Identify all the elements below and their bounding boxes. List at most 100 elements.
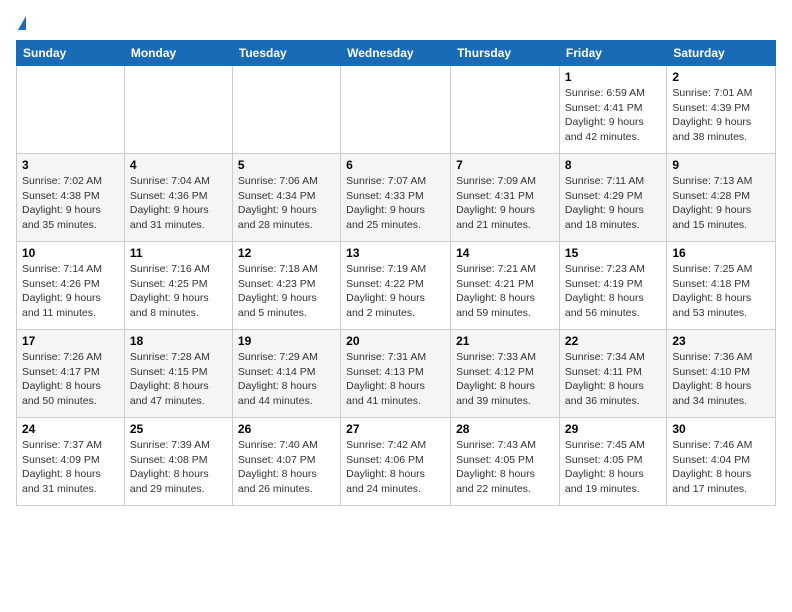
calendar-cell bbox=[341, 66, 451, 154]
day-number: 28 bbox=[456, 422, 554, 436]
day-number: 12 bbox=[238, 246, 335, 260]
calendar-cell: 12 Sunrise: 7:18 AM Sunset: 4:23 PM Dayli… bbox=[232, 242, 340, 330]
day-number: 25 bbox=[130, 422, 227, 436]
calendar-cell: 8Sunrise: 7:11 AM Sunset: 4:29 PM Daylig… bbox=[559, 154, 666, 242]
calendar-cell: 23 Sunrise: 7:36 AM Sunset: 4:10 PM Dayli… bbox=[667, 330, 776, 418]
calendar-cell: 6 Sunrise: 7:07 AM Sunset: 4:33 PM Daylig… bbox=[341, 154, 451, 242]
calendar-week-row: 17Sunrise: 7:26 AM Sunset: 4:17 PM Dayli… bbox=[17, 330, 776, 418]
day-info: Sunrise: 7:23 AM Sunset: 4:19 PM Dayligh… bbox=[565, 262, 661, 321]
day-number: 7 bbox=[456, 158, 554, 172]
day-number: 27 bbox=[346, 422, 445, 436]
day-info: Sunrise: 7:31 AM Sunset: 4:13 PM Dayligh… bbox=[346, 350, 445, 409]
calendar-day-header: Wednesday bbox=[341, 41, 451, 66]
day-info: Sunrise: 7:40 AM Sunset: 4:07 PM Dayligh… bbox=[238, 438, 335, 497]
calendar-header-row: SundayMondayTuesdayWednesdayThursdayFrid… bbox=[17, 41, 776, 66]
calendar-cell: 18 Sunrise: 7:28 AM Sunset: 4:15 PM Dayli… bbox=[124, 330, 232, 418]
day-info: Sunrise: 7:46 AM Sunset: 4:04 PM Dayligh… bbox=[672, 438, 770, 497]
day-number: 18 bbox=[130, 334, 227, 348]
calendar-cell: 13 Sunrise: 7:19 AM Sunset: 4:22 PM Dayli… bbox=[341, 242, 451, 330]
calendar-day-header: Saturday bbox=[667, 41, 776, 66]
calendar-cell: 4Sunrise: 7:04 AM Sunset: 4:36 PM Daylig… bbox=[124, 154, 232, 242]
calendar-cell: 17Sunrise: 7:26 AM Sunset: 4:17 PM Dayli… bbox=[17, 330, 125, 418]
day-info: Sunrise: 7:36 AM Sunset: 4:10 PM Dayligh… bbox=[672, 350, 770, 409]
day-number: 24 bbox=[22, 422, 119, 436]
calendar-cell: 2Sunrise: 7:01 AM Sunset: 4:39 PM Daylig… bbox=[667, 66, 776, 154]
calendar-cell: 27Sunrise: 7:42 AM Sunset: 4:06 PM Dayli… bbox=[341, 418, 451, 506]
calendar-day-header: Monday bbox=[124, 41, 232, 66]
day-info: Sunrise: 6:59 AM Sunset: 4:41 PM Dayligh… bbox=[565, 86, 661, 145]
day-info: Sunrise: 7:04 AM Sunset: 4:36 PM Dayligh… bbox=[130, 174, 227, 233]
logo-triangle-icon bbox=[18, 16, 26, 30]
calendar-day-header: Thursday bbox=[451, 41, 560, 66]
calendar-cell: 3 Sunrise: 7:02 AM Sunset: 4:38 PM Daylig… bbox=[17, 154, 125, 242]
day-number: 10 bbox=[22, 246, 119, 260]
calendar-day-header: Sunday bbox=[17, 41, 125, 66]
day-number: 1 bbox=[565, 70, 661, 84]
day-number: 30 bbox=[672, 422, 770, 436]
calendar-day-header: Friday bbox=[559, 41, 666, 66]
day-info: Sunrise: 7:39 AM Sunset: 4:08 PM Dayligh… bbox=[130, 438, 227, 497]
day-number: 26 bbox=[238, 422, 335, 436]
day-info: Sunrise: 7:25 AM Sunset: 4:18 PM Dayligh… bbox=[672, 262, 770, 321]
day-number: 3 bbox=[22, 158, 119, 172]
day-number: 16 bbox=[672, 246, 770, 260]
page-header bbox=[16, 16, 776, 30]
day-info: Sunrise: 7:02 AM Sunset: 4:38 PM Dayligh… bbox=[22, 174, 119, 233]
day-number: 19 bbox=[238, 334, 335, 348]
day-info: Sunrise: 7:11 AM Sunset: 4:29 PM Dayligh… bbox=[565, 174, 661, 233]
calendar-week-row: 10 Sunrise: 7:14 AM Sunset: 4:26 PM Dayli… bbox=[17, 242, 776, 330]
logo bbox=[16, 16, 26, 30]
calendar-cell: 14 Sunrise: 7:21 AM Sunset: 4:21 PM Dayli… bbox=[451, 242, 560, 330]
calendar-cell: 19Sunrise: 7:29 AM Sunset: 4:14 PM Dayli… bbox=[232, 330, 340, 418]
day-info: Sunrise: 7:06 AM Sunset: 4:34 PM Dayligh… bbox=[238, 174, 335, 233]
calendar-cell: 30 Sunrise: 7:46 AM Sunset: 4:04 PM Dayli… bbox=[667, 418, 776, 506]
calendar-cell: 5 Sunrise: 7:06 AM Sunset: 4:34 PM Daylig… bbox=[232, 154, 340, 242]
calendar-table: SundayMondayTuesdayWednesdayThursdayFrid… bbox=[16, 40, 776, 506]
calendar-cell bbox=[124, 66, 232, 154]
calendar-cell: 28 Sunrise: 7:43 AM Sunset: 4:05 PM Dayli… bbox=[451, 418, 560, 506]
day-info: Sunrise: 7:21 AM Sunset: 4:21 PM Dayligh… bbox=[456, 262, 554, 321]
day-number: 11 bbox=[130, 246, 227, 260]
calendar-day-header: Tuesday bbox=[232, 41, 340, 66]
day-number: 2 bbox=[672, 70, 770, 84]
day-info: Sunrise: 7:28 AM Sunset: 4:15 PM Dayligh… bbox=[130, 350, 227, 409]
day-info: Sunrise: 7:13 AM Sunset: 4:28 PM Dayligh… bbox=[672, 174, 770, 233]
calendar-cell bbox=[232, 66, 340, 154]
day-info: Sunrise: 7:16 AM Sunset: 4:25 PM Dayligh… bbox=[130, 262, 227, 321]
calendar-cell: 1 Sunrise: 6:59 AM Sunset: 4:41 PM Daylig… bbox=[559, 66, 666, 154]
day-info: Sunrise: 7:19 AM Sunset: 4:22 PM Dayligh… bbox=[346, 262, 445, 321]
day-info: Sunrise: 7:43 AM Sunset: 4:05 PM Dayligh… bbox=[456, 438, 554, 497]
day-number: 21 bbox=[456, 334, 554, 348]
calendar-cell: 24Sunrise: 7:37 AM Sunset: 4:09 PM Dayli… bbox=[17, 418, 125, 506]
day-number: 22 bbox=[565, 334, 661, 348]
day-number: 6 bbox=[346, 158, 445, 172]
day-info: Sunrise: 7:45 AM Sunset: 4:05 PM Dayligh… bbox=[565, 438, 661, 497]
calendar-cell: 29 Sunrise: 7:45 AM Sunset: 4:05 PM Dayli… bbox=[559, 418, 666, 506]
day-number: 5 bbox=[238, 158, 335, 172]
day-number: 15 bbox=[565, 246, 661, 260]
day-number: 29 bbox=[565, 422, 661, 436]
day-info: Sunrise: 7:18 AM Sunset: 4:23 PM Dayligh… bbox=[238, 262, 335, 321]
day-number: 9 bbox=[672, 158, 770, 172]
calendar-cell bbox=[451, 66, 560, 154]
day-info: Sunrise: 7:09 AM Sunset: 4:31 PM Dayligh… bbox=[456, 174, 554, 233]
calendar-cell: 25 Sunrise: 7:39 AM Sunset: 4:08 PM Dayli… bbox=[124, 418, 232, 506]
calendar-cell bbox=[17, 66, 125, 154]
calendar-week-row: 24Sunrise: 7:37 AM Sunset: 4:09 PM Dayli… bbox=[17, 418, 776, 506]
calendar-cell: 22Sunrise: 7:34 AM Sunset: 4:11 PM Dayli… bbox=[559, 330, 666, 418]
calendar-week-row: 3 Sunrise: 7:02 AM Sunset: 4:38 PM Daylig… bbox=[17, 154, 776, 242]
calendar-cell: 7 Sunrise: 7:09 AM Sunset: 4:31 PM Daylig… bbox=[451, 154, 560, 242]
day-info: Sunrise: 7:33 AM Sunset: 4:12 PM Dayligh… bbox=[456, 350, 554, 409]
day-info: Sunrise: 7:14 AM Sunset: 4:26 PM Dayligh… bbox=[22, 262, 119, 321]
calendar-week-row: 1 Sunrise: 6:59 AM Sunset: 4:41 PM Daylig… bbox=[17, 66, 776, 154]
calendar-cell: 20Sunrise: 7:31 AM Sunset: 4:13 PM Dayli… bbox=[341, 330, 451, 418]
day-number: 14 bbox=[456, 246, 554, 260]
day-number: 23 bbox=[672, 334, 770, 348]
calendar-cell: 16 Sunrise: 7:25 AM Sunset: 4:18 PM Dayli… bbox=[667, 242, 776, 330]
day-info: Sunrise: 7:07 AM Sunset: 4:33 PM Dayligh… bbox=[346, 174, 445, 233]
day-info: Sunrise: 7:26 AM Sunset: 4:17 PM Dayligh… bbox=[22, 350, 119, 409]
day-number: 13 bbox=[346, 246, 445, 260]
calendar-cell: 9 Sunrise: 7:13 AM Sunset: 4:28 PM Daylig… bbox=[667, 154, 776, 242]
calendar-cell: 26 Sunrise: 7:40 AM Sunset: 4:07 PM Dayli… bbox=[232, 418, 340, 506]
calendar-cell: 15 Sunrise: 7:23 AM Sunset: 4:19 PM Dayli… bbox=[559, 242, 666, 330]
